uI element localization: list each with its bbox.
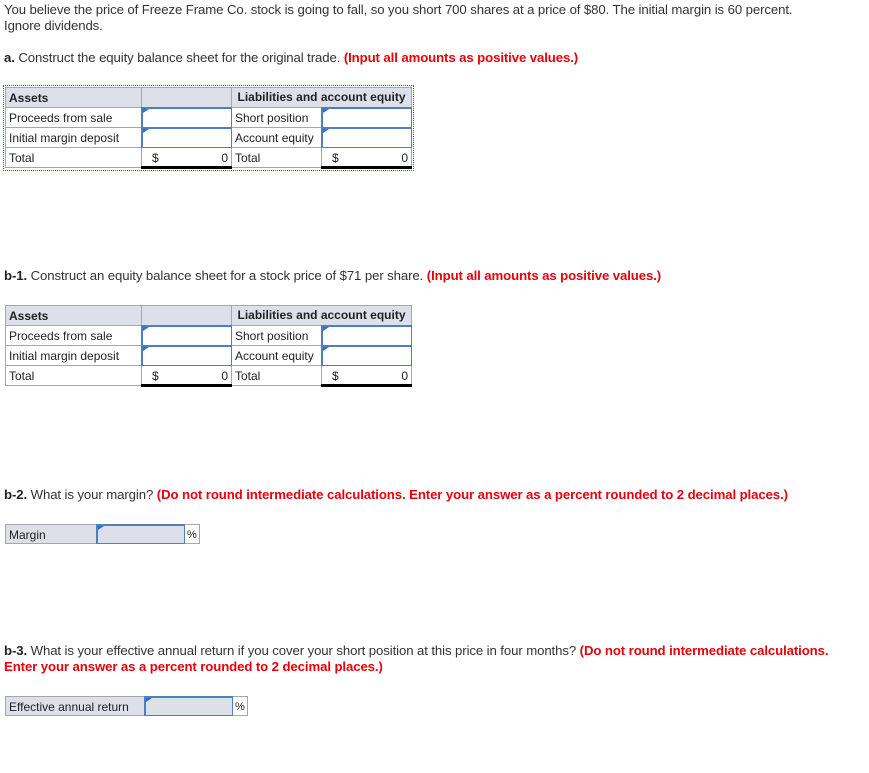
assets-header-blank bbox=[141, 305, 232, 326]
proceeds-from-sale-input[interactable] bbox=[142, 326, 231, 345]
short-position-cell bbox=[320, 106, 412, 128]
question-b3: b-3. What is your effective annual retur… bbox=[4, 643, 834, 675]
margin-input[interactable] bbox=[98, 526, 184, 543]
initial-margin-deposit-input[interactable] bbox=[142, 346, 231, 365]
margin-input-box bbox=[96, 524, 185, 544]
assets-header-blank bbox=[141, 87, 232, 108]
margin-label: Margin bbox=[5, 524, 96, 544]
account-equity-label: Account equity bbox=[231, 127, 322, 148]
percent-unit: % bbox=[233, 696, 248, 716]
question-b2-instruction: (Do not round intermediate calculations.… bbox=[156, 487, 788, 502]
proceeds-from-sale-label: Proceeds from sale bbox=[5, 107, 142, 128]
short-position-label: Short position bbox=[231, 107, 322, 128]
initial-margin-deposit-label: Initial margin deposit bbox=[5, 127, 142, 148]
assets-total-value: $0 bbox=[141, 365, 232, 387]
balance-sheet-b1: Assets Liabilities and account equity Pr… bbox=[5, 305, 412, 387]
short-position-input[interactable] bbox=[322, 326, 411, 345]
proceeds-from-sale-cell bbox=[140, 106, 232, 128]
question-b2-label: b-2. bbox=[4, 487, 28, 502]
question-b3-label: b-3. bbox=[4, 643, 28, 658]
initial-margin-deposit-input[interactable] bbox=[142, 128, 231, 147]
short-position-input[interactable] bbox=[322, 108, 411, 127]
short-position-cell bbox=[320, 324, 412, 346]
question-a-text: Construct the equity balance sheet for t… bbox=[14, 50, 344, 65]
question-b1-label: b-1. bbox=[4, 268, 28, 283]
assets-total-label: Total bbox=[5, 365, 142, 386]
account-equity-label: Account equity bbox=[231, 345, 322, 366]
initial-margin-deposit-cell bbox=[140, 344, 232, 366]
question-b3-text: What is your effective annual return if … bbox=[27, 643, 580, 658]
effective-annual-return-input[interactable] bbox=[146, 698, 232, 715]
question-a: a. Construct the equity balance sheet fo… bbox=[4, 50, 578, 66]
margin-field-row: Margin % bbox=[5, 524, 200, 544]
account-equity-cell bbox=[320, 344, 412, 366]
account-equity-cell bbox=[320, 126, 412, 148]
liabilities-total-label: Total bbox=[231, 365, 322, 386]
proceeds-from-sale-input[interactable] bbox=[142, 108, 231, 127]
assets-total-value: $0 bbox=[141, 147, 232, 169]
assets-total-label: Total bbox=[5, 147, 142, 168]
effective-annual-return-row: Effective annual return % bbox=[5, 696, 248, 716]
assets-header: Assets bbox=[5, 305, 142, 326]
assets-total-amount: 0 bbox=[221, 151, 228, 165]
question-b1-instruction: (Input all amounts as positive values.) bbox=[426, 268, 662, 283]
assets-total-amount: 0 bbox=[221, 369, 228, 383]
currency-symbol: $ bbox=[332, 151, 339, 165]
liabilities-header: Liabilities and account equity bbox=[231, 305, 412, 326]
account-equity-input[interactable] bbox=[322, 128, 411, 147]
question-b2: b-2. What is your margin? (Do not round … bbox=[4, 487, 788, 503]
proceeds-from-sale-cell bbox=[140, 324, 232, 346]
proceeds-from-sale-label: Proceeds from sale bbox=[5, 325, 142, 346]
question-a-instruction: (Input all amounts as positive values.) bbox=[343, 50, 579, 65]
effective-annual-return-label: Effective annual return bbox=[5, 696, 144, 716]
effective-annual-return-input-box bbox=[144, 696, 233, 716]
currency-symbol: $ bbox=[152, 369, 159, 383]
question-a-label: a. bbox=[4, 50, 15, 65]
question-b2-text: What is your margin? bbox=[27, 487, 157, 502]
currency-symbol: $ bbox=[332, 369, 339, 383]
question-b1-text: Construct an equity balance sheet for a … bbox=[27, 268, 427, 283]
assets-header: Assets bbox=[5, 87, 142, 108]
question-b1: b-1. Construct an equity balance sheet f… bbox=[4, 268, 661, 284]
liabilities-total-value: $0 bbox=[321, 147, 412, 169]
liabilities-total-value: $0 bbox=[321, 365, 412, 387]
balance-sheet-a: Assets Liabilities and account equity Pr… bbox=[3, 85, 414, 171]
liabilities-total-amount: 0 bbox=[401, 151, 408, 165]
intro-text: You believe the price of Freeze Frame Co… bbox=[4, 2, 793, 33]
initial-margin-deposit-cell bbox=[140, 126, 232, 148]
percent-unit: % bbox=[185, 524, 200, 544]
account-equity-input[interactable] bbox=[322, 346, 411, 365]
liabilities-total-amount: 0 bbox=[401, 369, 408, 383]
liabilities-header: Liabilities and account equity bbox=[231, 87, 412, 108]
short-position-label: Short position bbox=[231, 325, 322, 346]
currency-symbol: $ bbox=[152, 151, 159, 165]
liabilities-total-label: Total bbox=[231, 147, 322, 168]
initial-margin-deposit-label: Initial margin deposit bbox=[5, 345, 142, 366]
